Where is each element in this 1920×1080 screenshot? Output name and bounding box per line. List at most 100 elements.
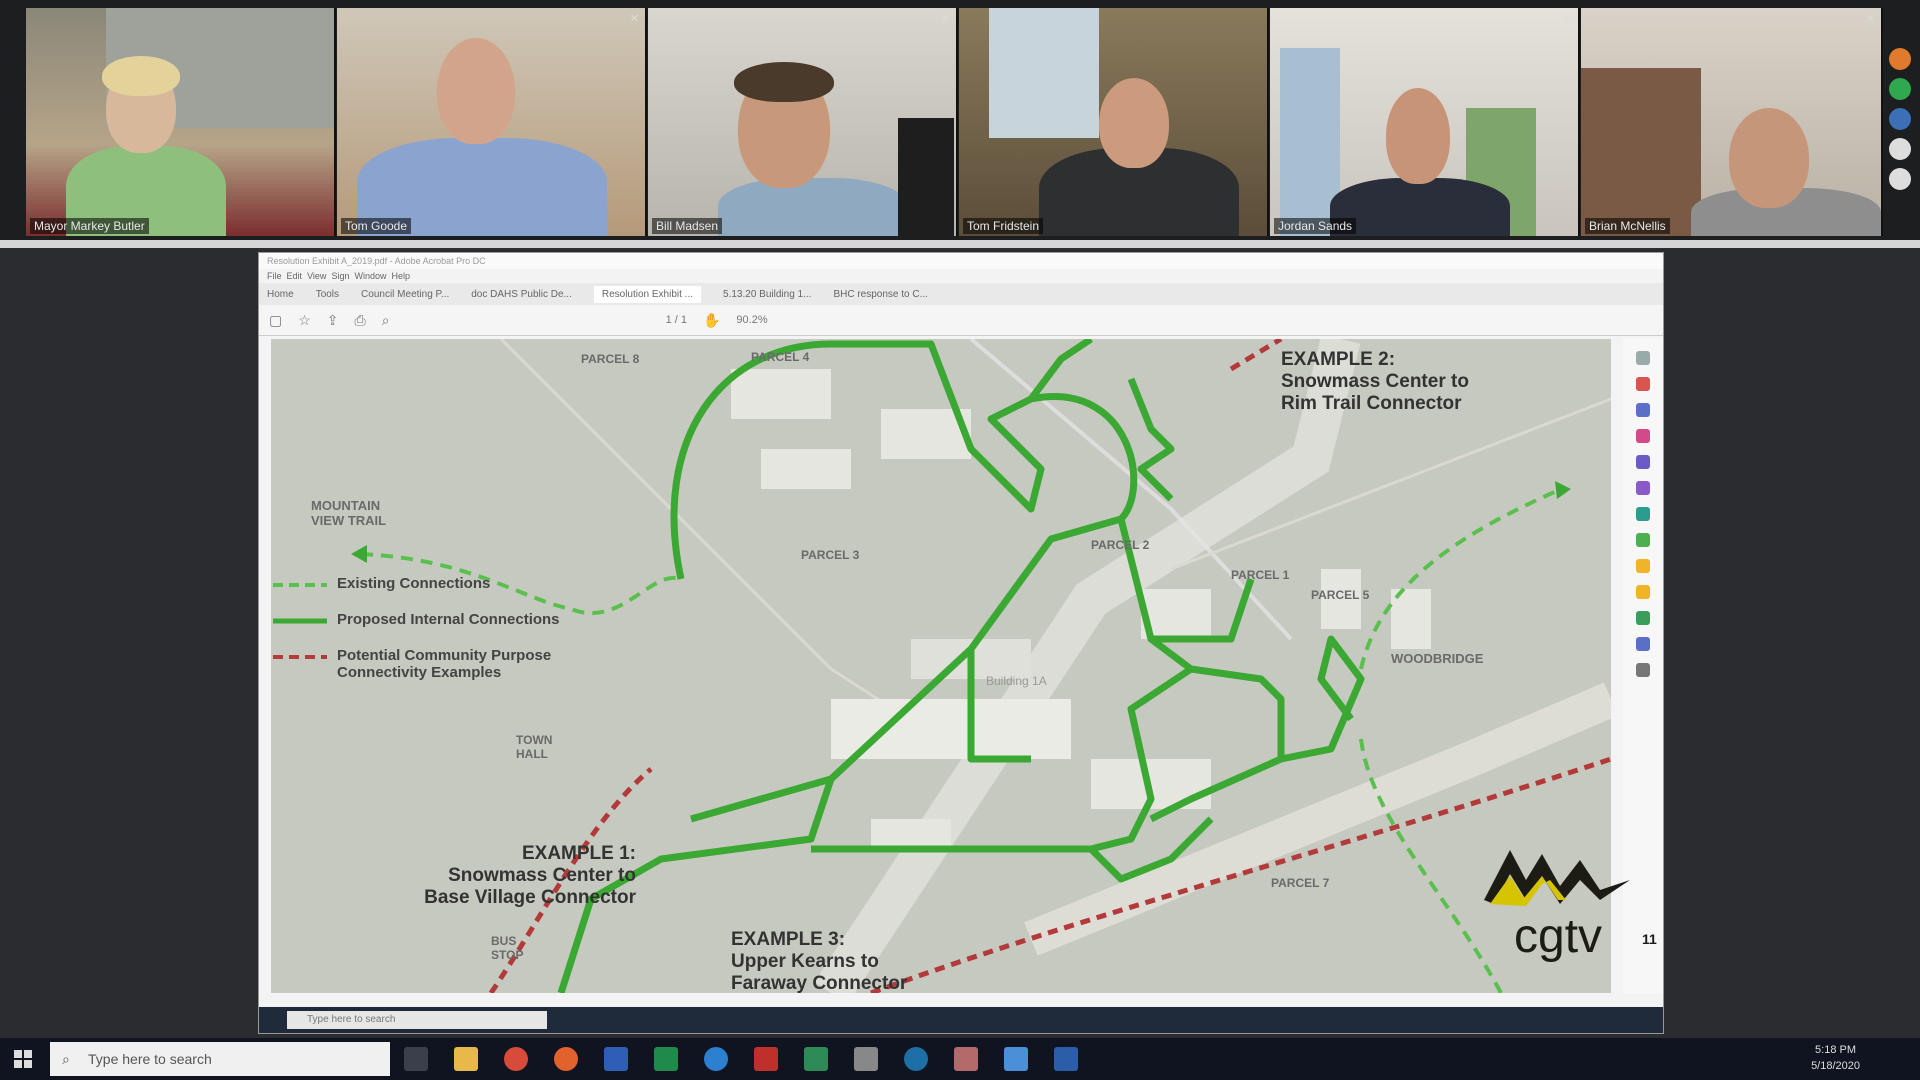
menu-sign[interactable]: Sign xyxy=(331,271,349,281)
parcel-label: PARCEL 3 xyxy=(801,548,860,562)
menu-file[interactable]: File xyxy=(267,271,282,281)
svg-text:cgtv: cgtv xyxy=(1514,910,1602,963)
shield-icon[interactable] xyxy=(1636,637,1650,651)
share-icon[interactable] xyxy=(1889,48,1911,70)
parcel-label: PARCEL 8 xyxy=(581,352,640,366)
menu-edit[interactable]: Edit xyxy=(287,271,303,281)
menu-help[interactable]: Help xyxy=(392,271,411,281)
acrobat-icon[interactable] xyxy=(754,1047,778,1071)
shared-search-input: Type here to search xyxy=(287,1011,547,1029)
acrobat-toolbar: ▢ ☆ ⇪ ⎙ ⌕ 1 / 1 ✋ 90.2% xyxy=(259,305,1663,336)
close-icon[interactable]: ✕ xyxy=(1563,12,1572,25)
menu-window[interactable]: Window xyxy=(354,271,386,281)
participant-name: Tom Goode xyxy=(341,218,412,234)
windows-start-icon[interactable] xyxy=(14,1050,32,1068)
zoom-app-icon[interactable] xyxy=(1004,1047,1028,1071)
tab-building[interactable]: 5.13.20 Building 1... xyxy=(723,289,811,300)
stamp-icon[interactable] xyxy=(1636,585,1650,599)
participant-name: Bill Madsen xyxy=(652,218,723,234)
create-pdf-icon[interactable] xyxy=(1636,403,1650,417)
shared-taskbar: Type here to search xyxy=(259,1007,1663,1033)
search-icon[interactable]: ⌕ xyxy=(382,312,390,329)
tab-tools[interactable]: Tools xyxy=(316,289,339,300)
settings-icon[interactable] xyxy=(1889,168,1911,190)
close-icon[interactable]: ✕ xyxy=(630,12,639,25)
page-indicator[interactable]: 1 / 1 xyxy=(666,314,687,326)
upload-icon[interactable]: ⇪ xyxy=(327,312,339,329)
cgtv-logo: cgtv 11 xyxy=(1480,840,1660,980)
save-icon[interactable]: ▢ xyxy=(269,312,282,329)
participant-tile[interactable]: Jordan Sands ✕ xyxy=(1270,8,1580,236)
comment-icon[interactable] xyxy=(1636,559,1650,573)
windows-taskbar: ⌕ Type here to search 5:18 PM 5/18/2020 xyxy=(0,1038,1920,1080)
mountain-view-trail-label: MOUNTAIN VIEW TRAIL xyxy=(311,498,387,528)
app-icon[interactable] xyxy=(954,1047,978,1071)
building-label: Building 1A xyxy=(986,674,1047,688)
firefox-icon[interactable] xyxy=(554,1047,578,1071)
map-view: EXAMPLE 2: Snowmass Center to Rim Trail Co… xyxy=(271,339,1611,993)
tab-bhc-response[interactable]: BHC response to C... xyxy=(833,289,927,300)
word-icon[interactable] xyxy=(604,1047,628,1071)
participant-name: Brian McNellis xyxy=(1585,218,1670,234)
woodbridge-label: WOODBRIDGE xyxy=(1391,651,1484,666)
example-2-label: EXAMPLE 2: Snowmass Center to Rim Trail Co… xyxy=(1281,349,1469,414)
export-pdf-icon[interactable] xyxy=(1636,377,1650,391)
edit-pdf-icon[interactable] xyxy=(1636,429,1650,443)
video-icon[interactable] xyxy=(1889,108,1911,130)
menu-view[interactable]: View xyxy=(307,271,326,281)
example-3-label: EXAMPLE 3: Upper Kearns to Faraway Connect… xyxy=(731,929,908,993)
parcel-label: PARCEL 1 xyxy=(1231,568,1290,582)
tab-resolution-exhibit[interactable]: Resolution Exhibit ... xyxy=(593,285,702,303)
participant-name: Mayor Markey Butler xyxy=(30,218,149,234)
hand-icon[interactable]: ✋ xyxy=(703,312,720,329)
svg-text:11: 11 xyxy=(1642,931,1657,947)
publisher-icon[interactable] xyxy=(804,1047,828,1071)
photos-icon[interactable] xyxy=(1054,1047,1078,1071)
legend-proposed: Proposed Internal Connections xyxy=(337,611,560,628)
file-explorer-icon[interactable] xyxy=(454,1047,478,1071)
legend-potential: Potential Community Purpose Connectivity … xyxy=(337,647,552,682)
legend-existing: Existing Connections xyxy=(337,575,491,592)
parcel-label: PARCEL 2 xyxy=(1091,538,1150,552)
participant-tile[interactable]: Mayor Markey Butler xyxy=(26,8,336,236)
app-icon[interactable] xyxy=(904,1047,928,1071)
camera-icon[interactable] xyxy=(854,1047,878,1071)
window-title: Resolution Exhibit A_2019.pdf - Adobe Ac… xyxy=(259,253,1663,269)
protect-icon[interactable] xyxy=(1636,611,1650,625)
zoom-icon[interactable] xyxy=(1636,351,1650,365)
print-icon[interactable]: ⎙ xyxy=(355,312,366,329)
participant-name: Jordan Sands xyxy=(1274,218,1357,234)
document-tabs: Home Tools Council Meeting P... doc DAHS… xyxy=(259,283,1663,305)
participant-tile[interactable]: Bill Madsen ✕ xyxy=(648,8,958,236)
participant-tile[interactable]: Brian McNellis ✕ xyxy=(1581,8,1883,236)
task-view-icon[interactable] xyxy=(404,1047,428,1071)
town-hall-label: TOWN HALL xyxy=(516,733,553,761)
close-icon[interactable]: ✕ xyxy=(1866,12,1875,25)
menu-bar: File Edit View Sign Window Help xyxy=(259,269,1663,283)
participant-strip: Mayor Markey Butler Tom Goode ✕ Bill Mad… xyxy=(0,0,1920,240)
meeting-controls xyxy=(1880,40,1920,240)
organize-icon[interactable] xyxy=(1636,455,1650,469)
chat-icon[interactable] xyxy=(1889,138,1911,160)
excel-icon[interactable] xyxy=(654,1047,678,1071)
participant-name: Tom Fridstein xyxy=(963,218,1044,234)
scan-icon[interactable] xyxy=(1636,507,1650,521)
edge-icon[interactable] xyxy=(704,1047,728,1071)
example-1-label: EXAMPLE 1: Snowmass Center to Base Village… xyxy=(424,843,636,908)
taskbar-clock[interactable]: 5:18 PM 5/18/2020 xyxy=(1811,1042,1860,1074)
participant-tile[interactable]: Tom Fridstein xyxy=(959,8,1269,236)
star-icon[interactable]: ☆ xyxy=(298,312,311,329)
bus-stop-label: BUS STOP xyxy=(491,934,524,962)
close-icon[interactable]: ✕ xyxy=(941,12,950,25)
compress-icon[interactable] xyxy=(1636,533,1650,547)
tab-council-meeting[interactable]: Council Meeting P... xyxy=(361,289,449,300)
tools-more-icon[interactable] xyxy=(1636,663,1650,677)
zoom-level[interactable]: 90.2% xyxy=(736,314,767,326)
tab-dahs-public[interactable]: doc DAHS Public De... xyxy=(471,289,572,300)
fill-sign-icon[interactable] xyxy=(1636,481,1650,495)
tab-home[interactable]: Home xyxy=(267,289,294,300)
mic-icon[interactable] xyxy=(1889,78,1911,100)
chrome-icon[interactable] xyxy=(504,1047,528,1071)
participant-tile[interactable]: Tom Goode ✕ xyxy=(337,8,647,236)
taskbar-search-input[interactable]: ⌕ Type here to search xyxy=(50,1042,390,1076)
